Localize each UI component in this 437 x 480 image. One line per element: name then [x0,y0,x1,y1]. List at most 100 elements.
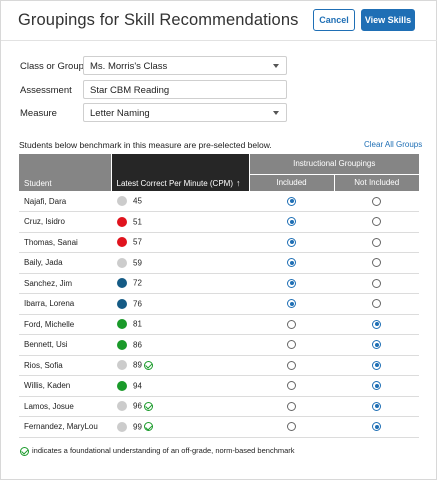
cpm-score: 76 [133,299,142,309]
cpm-cell: 81 [111,314,249,335]
included-radio[interactable] [287,196,296,206]
cpm-column-header[interactable]: Latest Correct Per Minute (CPM) ↑ [111,154,250,191]
cpm-score: 57 [133,237,142,247]
measure-select[interactable]: Letter Naming [83,103,287,122]
included-radio[interactable] [287,237,296,247]
not-included-radio[interactable] [372,196,381,206]
benchmark-dot-icon [117,298,127,309]
included-cell [249,232,334,253]
cpm-cell: 59 [111,252,249,274]
cpm-cell: 86 [111,334,249,356]
table-row: Lamos, Josue 96 [19,396,419,417]
not-included-radio[interactable] [372,340,381,350]
cpm-score: 45 [133,196,142,206]
cpm-score: 99 [133,422,142,432]
arrow-up-icon: ↑ [235,178,241,188]
included-radio[interactable] [287,258,296,268]
not-included-cell [334,273,419,294]
table-row: Sanchez, Jim 72 [19,273,419,294]
student-name: Rios, Sofia [19,355,111,376]
cpm-cell: 99 [111,416,249,438]
assessment-value: Star CBM Reading [90,85,170,96]
included-radio[interactable] [287,299,296,309]
instructional-groupings-header: Instructional Groupings [249,154,419,175]
preselect-note: Students below benchmark in this measure… [19,140,272,150]
student-name: Ibarra, Lorena [19,293,111,315]
not-included-cell [334,375,419,397]
included-cell [249,252,334,274]
cpm-score: 89 [133,360,142,370]
included-radio[interactable] [287,360,296,370]
benchmark-dot-icon [117,196,127,206]
included-radio[interactable] [287,217,296,227]
student-name: Fernandez, MaryLou [19,416,111,438]
not-included-cell [334,232,419,253]
included-cell [249,334,334,356]
legend: indicates a foundational understanding o… [20,446,295,456]
included-radio[interactable] [287,319,296,329]
cpm-score: 94 [133,381,142,391]
benchmark-dot-icon [117,339,127,350]
not-included-radio[interactable] [372,237,381,247]
table-row: Najafi, Dara 45 [19,191,419,212]
check-circle-icon [143,401,153,411]
students-table: Student Latest Correct Per Minute (CPM) ↑… [19,154,419,438]
not-included-radio[interactable] [372,217,381,227]
not-included-radio[interactable] [372,319,381,329]
included-cell [249,293,334,315]
not-included-column-header: Not Included [334,174,419,191]
benchmark-dot-icon [117,360,127,371]
included-radio[interactable] [287,381,296,391]
skill-groupings-dialog: Groupings for Skill Recommendations Canc… [0,0,437,480]
view-skills-button[interactable]: View Skills [361,9,415,31]
class-select[interactable]: Ms. Morris's Class [83,56,287,75]
cpm-cell: 45 [111,191,249,212]
cpm-score: 72 [133,278,142,288]
included-cell [249,273,334,294]
included-cell [249,396,334,417]
benchmark-dot-icon [117,237,127,248]
clear-all-groups-link[interactable]: Clear All Groups [364,140,422,149]
not-included-radio[interactable] [372,299,381,309]
included-radio[interactable] [287,340,296,350]
cpm-score: 59 [133,258,142,268]
included-column-header: Included [249,174,335,191]
class-select-value: Ms. Morris's Class [90,61,168,72]
cpm-score: 86 [133,340,142,350]
included-radio[interactable] [287,278,296,288]
not-included-radio[interactable] [372,360,381,370]
included-radio[interactable] [287,401,296,411]
cpm-score: 96 [133,401,142,411]
not-included-radio[interactable] [372,381,381,391]
cancel-button[interactable]: Cancel [313,9,355,31]
not-included-cell [334,191,419,212]
cpm-score: 81 [133,319,142,329]
page-title: Groupings for Skill Recommendations [18,11,299,29]
included-cell [249,355,334,376]
student-column-header[interactable]: Student [19,154,112,191]
included-cell [249,375,334,397]
included-radio[interactable] [287,422,296,432]
chevron-down-icon [273,111,279,115]
cpm-cell: 76 [111,293,249,315]
student-name: Lamos, Josue [19,396,111,417]
table-row: Ford, Michelle 81 [19,314,419,335]
measure-select-value: Letter Naming [90,108,150,119]
table-row: Baily, Jada 59 [19,252,419,274]
student-name: Cruz, Isidro [19,211,111,233]
legend-text: indicates a foundational understanding o… [32,446,295,455]
benchmark-dot-icon [117,278,127,289]
check-circle-icon [20,446,29,456]
cpm-score: 51 [133,217,142,227]
not-included-radio[interactable] [372,278,381,288]
not-included-cell [334,314,419,335]
not-included-radio[interactable] [372,422,381,432]
table-row: Willis, Kaden 94 [19,375,419,397]
check-circle-icon [143,360,153,370]
cpm-cell: 57 [111,232,249,253]
table-row: Rios, Sofia 89 [19,355,419,376]
not-included-radio[interactable] [372,258,381,268]
benchmark-dot-icon [117,401,127,412]
not-included-radio[interactable] [372,401,381,411]
cpm-cell: 94 [111,375,249,397]
